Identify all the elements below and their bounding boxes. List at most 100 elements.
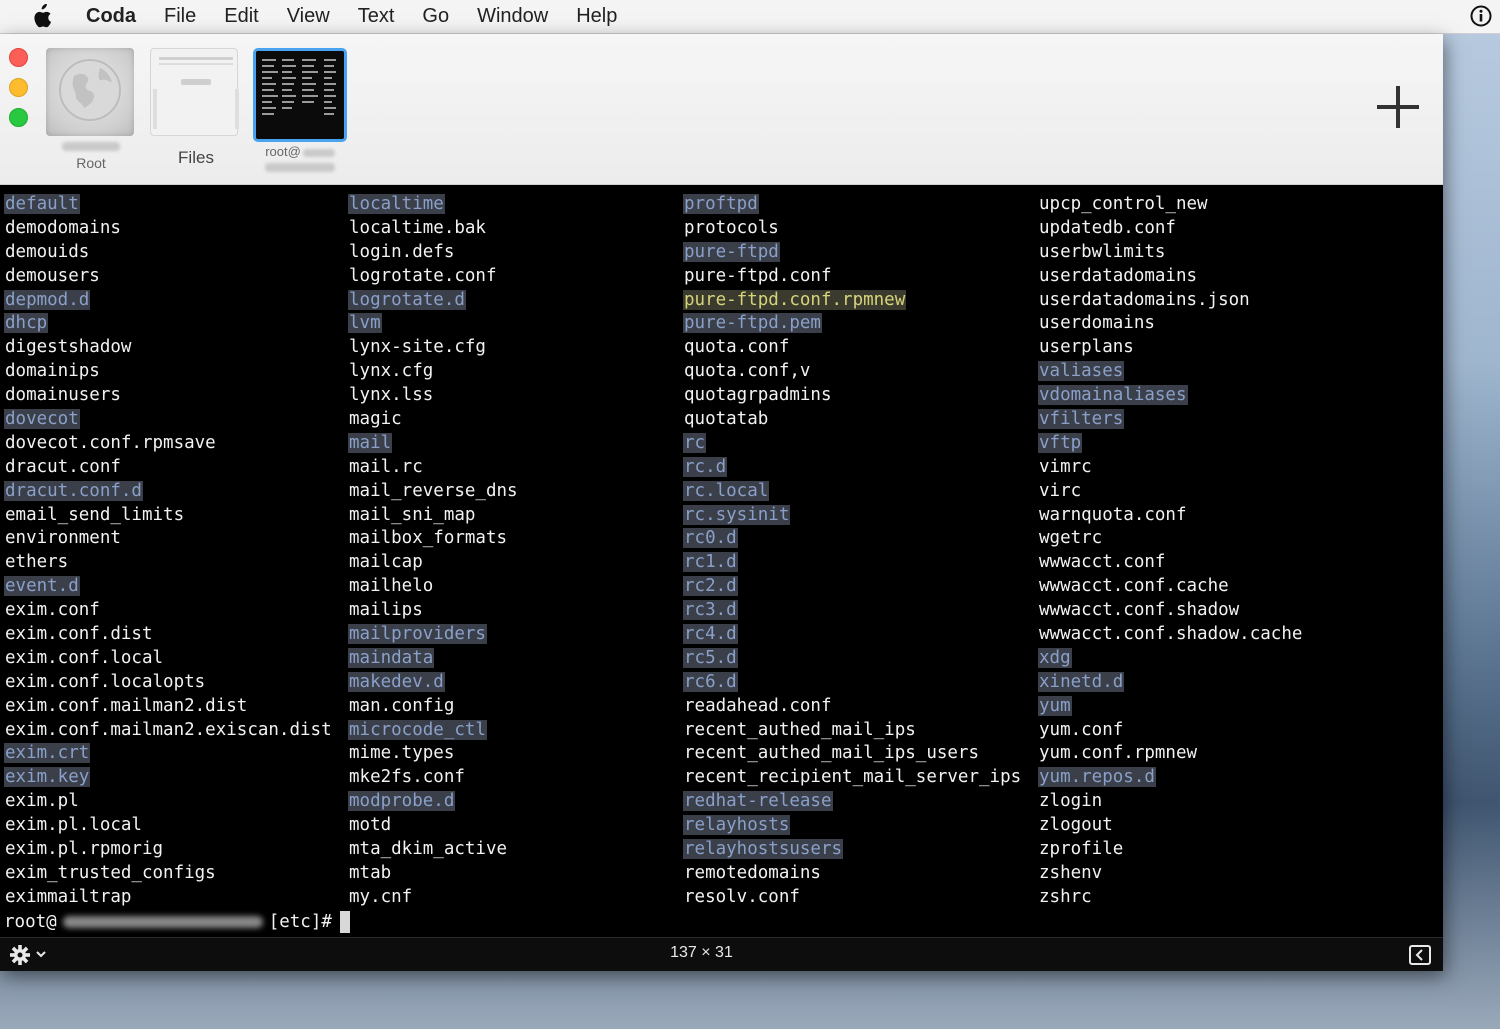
directory-entry: localtime xyxy=(348,193,519,217)
entry-name: mail_reverse_dns xyxy=(349,480,518,501)
file-entry: upcp_control_new xyxy=(1038,193,1303,217)
minimize-window-button[interactable] xyxy=(9,78,28,97)
entry-name: dovecot xyxy=(4,409,80,430)
ls-column-3: proftpd protocols pure-ftpd pure-ftpd.conf p… xyxy=(683,193,1022,910)
entry-name: zprofile xyxy=(1039,839,1124,860)
entry-name: domainips xyxy=(5,361,100,382)
entry-name: rc.sysinit xyxy=(683,504,791,525)
entry-name: exim.conf.localopts xyxy=(5,671,206,692)
prompt-directory: [etc]# xyxy=(268,912,332,932)
menu-edit[interactable]: Edit xyxy=(210,0,272,33)
site-subtitle-blurred xyxy=(62,142,120,151)
directory-entry: rc1.d xyxy=(683,551,1022,575)
file-entry: exim.conf xyxy=(4,599,333,623)
file-entry: pure-ftpd.conf xyxy=(683,265,1022,289)
file-entry: digestshadow xyxy=(4,336,333,360)
file-entry: email_send_limits xyxy=(4,504,333,528)
entry-name: login.defs xyxy=(349,241,455,262)
entry-name: quotatab xyxy=(684,409,769,430)
entry-name: wwwacct.conf xyxy=(1039,552,1166,573)
file-entry: mailhelo xyxy=(348,575,519,599)
entry-name: exim.conf xyxy=(5,600,100,621)
site-files[interactable]: Files xyxy=(150,48,242,168)
file-entry: mailips xyxy=(348,599,519,623)
entry-name: yum.conf.rpmnew xyxy=(1039,743,1198,764)
file-entry: userdatadomains.json xyxy=(1038,289,1303,313)
directory-entry: rc4.d xyxy=(683,623,1022,647)
file-entry: motd xyxy=(348,814,519,838)
entry-name: environment xyxy=(5,528,121,549)
entry-name: lynx-site.cfg xyxy=(349,337,486,358)
apple-logo-icon[interactable] xyxy=(30,3,54,30)
entry-name: userdatadomains xyxy=(1039,265,1198,286)
entry-name: lynx.lss xyxy=(349,385,434,406)
entry-name: makedev.d xyxy=(348,671,445,692)
file-entry: my.cnf xyxy=(348,886,519,910)
entry-name: dracut.conf.d xyxy=(4,480,143,501)
file-entry: quota.conf xyxy=(683,336,1022,360)
menu-file[interactable]: File xyxy=(150,0,210,33)
prompt-host-blurred xyxy=(62,916,263,928)
file-entry: mail_reverse_dns xyxy=(348,480,519,504)
menu-help[interactable]: Help xyxy=(562,0,631,33)
entry-name: rc.local xyxy=(683,480,770,501)
directory-entry: rc.sysinit xyxy=(683,504,1022,528)
entry-name: mailbox_formats xyxy=(349,528,508,549)
file-entry: resolv.conf xyxy=(683,886,1022,910)
entry-name: maindata xyxy=(348,647,435,668)
directory-entry: dovecot xyxy=(4,408,333,432)
site-terminal[interactable]: root@ xyxy=(253,48,347,172)
file-browser-icon xyxy=(150,48,239,136)
entry-name: quota.conf,v xyxy=(684,361,811,382)
entry-name: wwwacct.conf.cache xyxy=(1039,576,1229,597)
entry-name: redhat-release xyxy=(683,791,833,812)
entry-name: exim.conf.dist xyxy=(5,624,153,645)
directory-entry: mail xyxy=(348,432,519,456)
file-entry: wwwacct.conf.shadow.cache xyxy=(1038,623,1303,647)
site-label: Files xyxy=(178,148,214,167)
site-root[interactable]: Root xyxy=(46,48,136,171)
file-entry: recent_recipient_mail_server_ips xyxy=(683,766,1022,790)
entry-name: pure-ftpd xyxy=(683,241,780,262)
directory-entry: vftp xyxy=(1038,432,1303,456)
entry-name: dovecot.conf.rpmsave xyxy=(5,432,216,453)
info-icon[interactable] xyxy=(1470,5,1492,27)
directory-entry: pure-ftpd.pem xyxy=(683,312,1022,336)
entry-name: rc6.d xyxy=(683,671,738,692)
site-subtitle-blurred xyxy=(265,163,335,172)
file-entry: domainips xyxy=(4,360,333,384)
directory-entry: xinetd.d xyxy=(1038,671,1303,695)
entry-name: vftp xyxy=(1038,432,1083,453)
site-label: Root xyxy=(76,155,106,171)
terminal-output[interactable]: default demodomains demouids demousers depmo… xyxy=(0,185,1443,937)
close-window-button[interactable] xyxy=(9,48,28,67)
directory-entry: rc.local xyxy=(683,480,1022,504)
directory-entry: mailproviders xyxy=(348,623,519,647)
file-entry: quotatab xyxy=(683,408,1022,432)
add-site-button[interactable] xyxy=(1375,84,1421,130)
file-entry: dracut.conf xyxy=(4,456,333,480)
ls-column-1: default demodomains demouids demousers depmo… xyxy=(4,193,333,910)
entry-name: resolv.conf xyxy=(684,886,800,907)
zoom-window-button[interactable] xyxy=(9,108,28,127)
entry-name: proftpd xyxy=(683,194,759,214)
menu-window[interactable]: Window xyxy=(463,0,562,33)
entry-name: my.cnf xyxy=(349,886,413,907)
sidebar-toggle-icon[interactable] xyxy=(1409,945,1431,965)
menu-app-name[interactable]: Coda xyxy=(74,0,150,33)
menu-go[interactable]: Go xyxy=(408,0,463,33)
shell-prompt[interactable]: root@ [etc]# xyxy=(4,910,350,934)
file-entry: demouids xyxy=(4,241,333,265)
entry-name: pure-ftpd.pem xyxy=(683,313,822,334)
menu-text[interactable]: Text xyxy=(344,0,409,33)
entry-name: wwwacct.conf.shadow.cache xyxy=(1039,624,1303,645)
entry-name: lynx.cfg xyxy=(349,361,434,382)
directory-entry: valiases xyxy=(1038,360,1303,384)
entry-name: dracut.conf xyxy=(5,456,121,477)
entry-name: demodomains xyxy=(5,217,121,238)
menu-view[interactable]: View xyxy=(273,0,344,33)
file-entry: zlogin xyxy=(1038,790,1303,814)
directory-entry: relayhosts xyxy=(683,814,1022,838)
site-label-text: root@ xyxy=(265,144,301,159)
directory-entry: dracut.conf.d xyxy=(4,480,333,504)
